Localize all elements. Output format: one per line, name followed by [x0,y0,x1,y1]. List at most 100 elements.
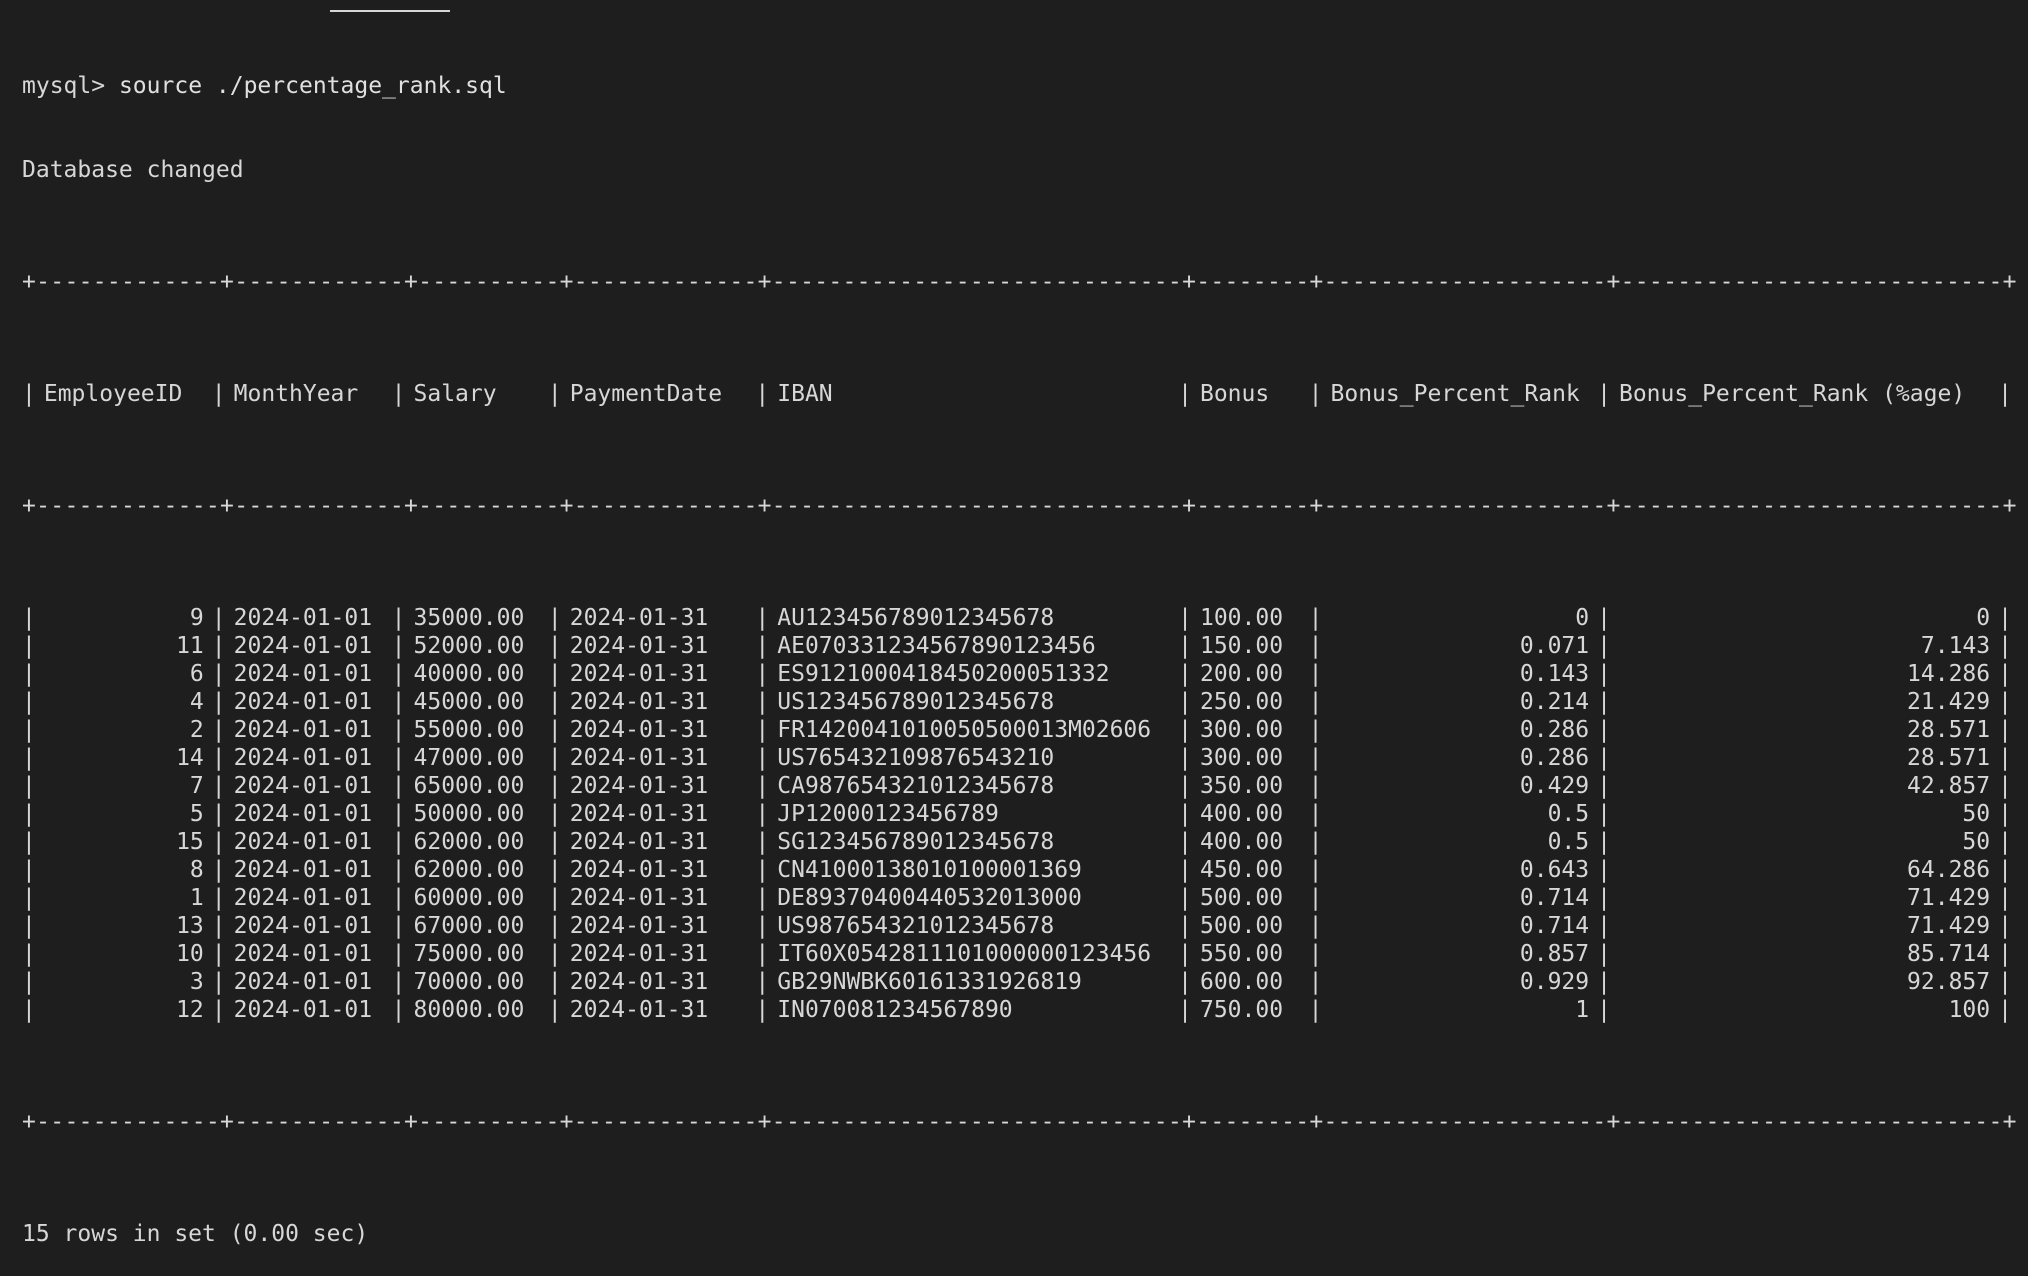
header-employeeid: EmployeeID [43,381,183,407]
cell-iban: JP12000123456789 [777,801,999,827]
cell-paymentdate: 2024-01-31 [569,997,709,1023]
cell-monthyear: 2024-01-01 [233,913,373,939]
cell-bonus-percent-rank-age: 7.143 [1920,633,1991,659]
cell-bonus: 500.00 [1199,913,1284,939]
cell-bonus-percent-rank: 0.214 [1519,689,1590,715]
cell-employeeid: 8 [189,857,204,883]
cell-iban: CA987654321012345678 [777,773,1055,799]
cell-salary: 52000.00 [413,633,525,659]
cell-iban: CN41000138010100001369 [777,857,1082,883]
header-iban: IBAN [777,381,833,407]
cell-employeeid: 14 [176,745,204,771]
table-row: | 6 | 2024-01-01 | 40000.00 | 2024-01-31 | ES9121… [22,661,2012,687]
table-row: | 9 | 2024-01-01 | 35000.00 | 2024-01-31 | AU1234… [22,605,2012,631]
cell-salary: 35000.00 [413,605,525,631]
cell-iban: AU123456789012345678 [777,605,1055,631]
cell-bonus-percent-rank: 0.714 [1519,885,1590,911]
cell-paymentdate: 2024-01-31 [569,969,709,995]
cell-bonus-percent-rank: 0.929 [1519,969,1590,995]
rows-in-set-status: 15 rows in set (0.00 sec) [22,1221,369,1247]
cell-bonus: 300.00 [1199,745,1284,771]
cell-salary: 55000.00 [413,717,525,743]
cell-monthyear: 2024-01-01 [233,857,373,883]
cell-paymentdate: 2024-01-31 [569,885,709,911]
command-text: source ./percentage_rank.sql [118,73,507,99]
cell-bonus-percent-rank-age: 28.571 [1907,717,1991,743]
cell-monthyear: 2024-01-01 [233,605,373,631]
cell-employeeid: 13 [176,913,204,939]
cell-bonus: 400.00 [1199,801,1284,827]
table-row: | 13 | 2024-01-01 | 67000.00 | 2024-01-31 | US987… [22,913,2012,939]
table-row: | 7 | 2024-01-01 | 65000.00 | 2024-01-31 | CA9876… [22,773,2012,799]
cell-employeeid: 1 [189,885,204,911]
cell-monthyear: 2024-01-01 [233,633,373,659]
cell-iban: AE070331234567890123456 [777,633,1096,659]
cell-paymentdate: 2024-01-31 [569,605,709,631]
cell-bonus-percent-rank-age: 50 [1962,801,1991,827]
cell-salary: 67000.00 [413,913,525,939]
cell-bonus-percent-rank-age: 71.429 [1907,885,1991,911]
cell-employeeid: 11 [176,633,204,659]
cell-bonus-percent-rank-age: 64.286 [1907,857,1991,883]
cell-bonus-percent-rank: 0.143 [1519,661,1590,687]
table-top-border: +-------------+------------+----------+-… [22,268,2016,296]
terminal-output[interactable]: mysql> source ./percentage_rank.sql Data… [22,16,2016,1276]
table-row: | 2 | 2024-01-01 | 55000.00 | 2024-01-31 | FR1420… [22,717,2012,743]
cell-salary: 80000.00 [413,997,525,1023]
cell-bonus-percent-rank: 0.429 [1519,773,1590,799]
cell-monthyear: 2024-01-01 [233,997,373,1023]
cell-paymentdate: 2024-01-31 [569,773,709,799]
cell-employeeid: 2 [189,717,204,743]
cell-bonus: 500.00 [1199,885,1284,911]
cell-iban: US123456789012345678 [777,689,1055,715]
cell-salary: 62000.00 [413,857,525,883]
cell-employeeid: 9 [189,605,204,631]
cell-bonus-percent-rank-age: 100 [1948,997,1991,1023]
cell-salary: 75000.00 [413,941,525,967]
cell-bonus: 550.00 [1199,941,1284,967]
table-header-border: +-------------+------------+----------+-… [22,492,2016,520]
cell-iban: IN070081234567890 [777,997,1013,1023]
cell-bonus: 600.00 [1199,969,1284,995]
cell-employeeid: 4 [189,689,204,715]
cell-salary: 70000.00 [413,969,525,995]
cell-salary: 60000.00 [413,885,525,911]
cell-bonus-percent-rank-age: 50 [1962,829,1991,855]
cell-bonus-percent-rank-age: 21.429 [1907,689,1991,715]
border-line: +-------------+------------+----------+-… [22,1109,2017,1135]
header-bonus: Bonus [1199,381,1270,407]
table-row: | 12 | 2024-01-01 | 80000.00 | 2024-01-31 | IN070… [22,997,2012,1023]
cell-employeeid: 5 [189,801,204,827]
cell-bonus-percent-rank: 0.5 [1547,829,1590,855]
cell-bonus-percent-rank-age: 71.429 [1907,913,1991,939]
cell-bonus-percent-rank: 0.5 [1547,801,1590,827]
table-row: | 5 | 2024-01-01 | 50000.00 | 2024-01-31 | JP1200… [22,801,2012,827]
cell-bonus-percent-rank-age: 42.857 [1907,773,1991,799]
cell-paymentdate: 2024-01-31 [569,689,709,715]
cell-salary: 40000.00 [413,661,525,687]
cell-salary: 62000.00 [413,829,525,855]
cell-bonus-percent-rank: 0.857 [1519,941,1590,967]
cell-paymentdate: 2024-01-31 [569,857,709,883]
cell-monthyear: 2024-01-01 [233,689,373,715]
command-line: mysql> source ./percentage_rank.sql [22,72,2012,100]
cell-bonus-percent-rank: 0 [1575,605,1590,631]
cell-paymentdate: 2024-01-31 [569,661,709,687]
cell-monthyear: 2024-01-01 [233,745,373,771]
cell-employeeid: 15 [176,829,204,855]
cell-monthyear: 2024-01-01 [233,717,373,743]
cell-bonus-percent-rank-age: 14.286 [1907,661,1991,687]
table-row: | 4 | 2024-01-01 | 45000.00 | 2024-01-31 | US1234… [22,689,2012,715]
cell-iban: GB29NWBK60161331926819 [777,969,1082,995]
cell-employeeid: 3 [189,969,204,995]
cell-iban: FR1420041010050500013M02606 [777,717,1152,743]
table-row: | 10 | 2024-01-01 | 75000.00 | 2024-01-31 | IT60X… [22,941,2012,967]
cell-bonus-percent-rank: 0.286 [1519,745,1590,771]
cell-iban: IT60X0542811101000000123456 [777,941,1152,967]
db-changed-message: Database changed [22,157,244,183]
cell-paymentdate: 2024-01-31 [569,717,709,743]
cell-employeeid: 12 [176,997,204,1023]
cell-iban: ES9121000418450200051332 [777,661,1110,687]
table-row: | 8 | 2024-01-01 | 62000.00 | 2024-01-31 | CN4100… [22,857,2012,883]
cell-bonus: 100.00 [1199,605,1284,631]
